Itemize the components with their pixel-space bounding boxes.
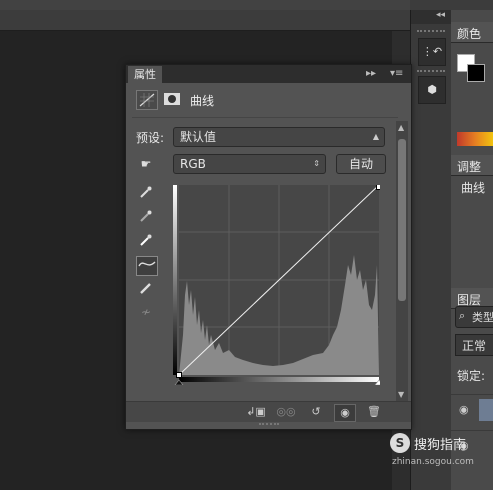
divider bbox=[132, 117, 398, 118]
search-icon: ⌕ bbox=[459, 309, 466, 322]
scrollbar-thumb[interactable] bbox=[398, 139, 406, 301]
layer-mask-icon[interactable] bbox=[162, 90, 182, 108]
lock-label: 锁定: bbox=[457, 369, 486, 383]
color-spectrum[interactable] bbox=[457, 132, 493, 146]
properties-3d-icon[interactable]: ⬢ bbox=[418, 76, 446, 104]
panel-menu-icon[interactable]: ▾≡ bbox=[390, 66, 403, 82]
chevron-updown-icon: ⇕ bbox=[313, 159, 320, 168]
reset-icon[interactable]: ↺ bbox=[306, 404, 326, 420]
preset-value: 默认值 bbox=[180, 130, 217, 144]
tab-color-label: 颜色 bbox=[457, 27, 482, 41]
collapse-double-arrow-icon: ◂◂ bbox=[435, 10, 445, 20]
tab-adjustments[interactable]: 调整 bbox=[451, 155, 493, 176]
panel-titlebar[interactable]: 属性 ▸▸ ▾≡ bbox=[126, 65, 411, 83]
layer-filter-search[interactable]: ⌕ 类型 bbox=[455, 306, 493, 328]
double-arrow-right-icon[interactable]: ▸▸ bbox=[366, 66, 376, 82]
smooth-curve-icon[interactable]: ≁ bbox=[136, 303, 156, 321]
curve-point-black[interactable] bbox=[176, 372, 182, 378]
adjustment-title: 曲线 bbox=[190, 94, 215, 108]
input-gradient-bar bbox=[179, 377, 379, 382]
auto-button[interactable]: 自动 bbox=[336, 154, 386, 174]
eyedropper-gray-icon[interactable] bbox=[136, 209, 156, 227]
blend-mode-select[interactable]: 正常 bbox=[455, 334, 493, 356]
layer-thumbnail bbox=[479, 399, 493, 421]
curve-point-white[interactable] bbox=[376, 185, 381, 190]
properties-panel: 属性 ▸▸ ▾≡ 曲线 预设: 默认值 ▲ ☛ RGB ⇕ 自动 ≁ ▲ ▼ ↲… bbox=[125, 64, 412, 430]
preset-select[interactable]: 默认值 ▲ bbox=[173, 127, 385, 147]
layer-filter-text: 类型 bbox=[472, 311, 493, 324]
background-color-swatch[interactable] bbox=[467, 64, 485, 82]
tab-properties[interactable]: 属性 bbox=[128, 66, 162, 83]
tab-color[interactable]: 颜色 bbox=[451, 22, 493, 43]
right-panel-column: 颜色 调整 曲线 图层 ⌕ 类型 正常 锁定: ◉ ◉ bbox=[451, 10, 493, 490]
eyedropper-black-icon[interactable] bbox=[136, 185, 156, 203]
clip-to-layer-icon[interactable]: ↲▣ bbox=[246, 404, 266, 420]
watermark-url: zhinan.sogou.com bbox=[392, 457, 474, 467]
pencil-draw-icon[interactable] bbox=[136, 281, 156, 299]
scroll-up-icon[interactable]: ▲ bbox=[398, 123, 404, 132]
scroll-down-icon[interactable]: ▼ bbox=[398, 390, 404, 399]
output-gradient-bar bbox=[173, 185, 177, 375]
watermark-text: 搜狗指南 bbox=[414, 438, 467, 453]
panel-scrollbar[interactable]: ▲ ▼ bbox=[396, 121, 408, 401]
eyedropper-white-icon[interactable] bbox=[136, 233, 156, 251]
channel-select[interactable]: RGB ⇕ bbox=[173, 154, 326, 174]
channel-value: RGB bbox=[180, 157, 206, 171]
visibility-eye-icon[interactable]: ◉ bbox=[334, 404, 356, 422]
icon-dock: ◂◂ ⋮↶ ⬢ bbox=[410, 10, 451, 490]
options-bar-strip bbox=[0, 0, 410, 10]
curves-graph[interactable] bbox=[173, 185, 380, 385]
trash-icon[interactable]: 🗑 bbox=[364, 404, 384, 420]
layer-row[interactable]: ◉ bbox=[451, 394, 493, 425]
watermark: S 搜狗指南 zhinan.sogou.com bbox=[388, 433, 493, 473]
adjustment-header: 曲线 bbox=[134, 89, 394, 111]
view-previous-state-icon[interactable]: ◎◎ bbox=[276, 404, 296, 420]
dock-grip[interactable] bbox=[417, 30, 445, 37]
curve-adjust-hand-icon[interactable]: ☛ bbox=[136, 155, 156, 173]
curve-point-tool-icon[interactable] bbox=[136, 256, 158, 276]
blend-mode-value: 正常 bbox=[462, 339, 487, 353]
panel-resize-grip[interactable] bbox=[259, 423, 279, 428]
tab-adjustments-label: 调整 bbox=[457, 160, 482, 174]
preset-label: 预设: bbox=[136, 131, 165, 145]
chevron-updown-icon: ▲ bbox=[372, 132, 379, 141]
dock-collapse-button[interactable]: ◂◂ bbox=[411, 10, 451, 24]
adjustment-curves-label[interactable]: 曲线 bbox=[461, 179, 485, 196]
sogou-logo-icon: S bbox=[390, 433, 410, 453]
eye-icon[interactable]: ◉ bbox=[459, 403, 469, 416]
history-icon[interactable]: ⋮↶ bbox=[418, 38, 446, 66]
panel-footer: ↲▣ ◎◎ ↺ ◉ 🗑 bbox=[126, 401, 411, 422]
curves-adjustment-icon bbox=[136, 90, 158, 110]
